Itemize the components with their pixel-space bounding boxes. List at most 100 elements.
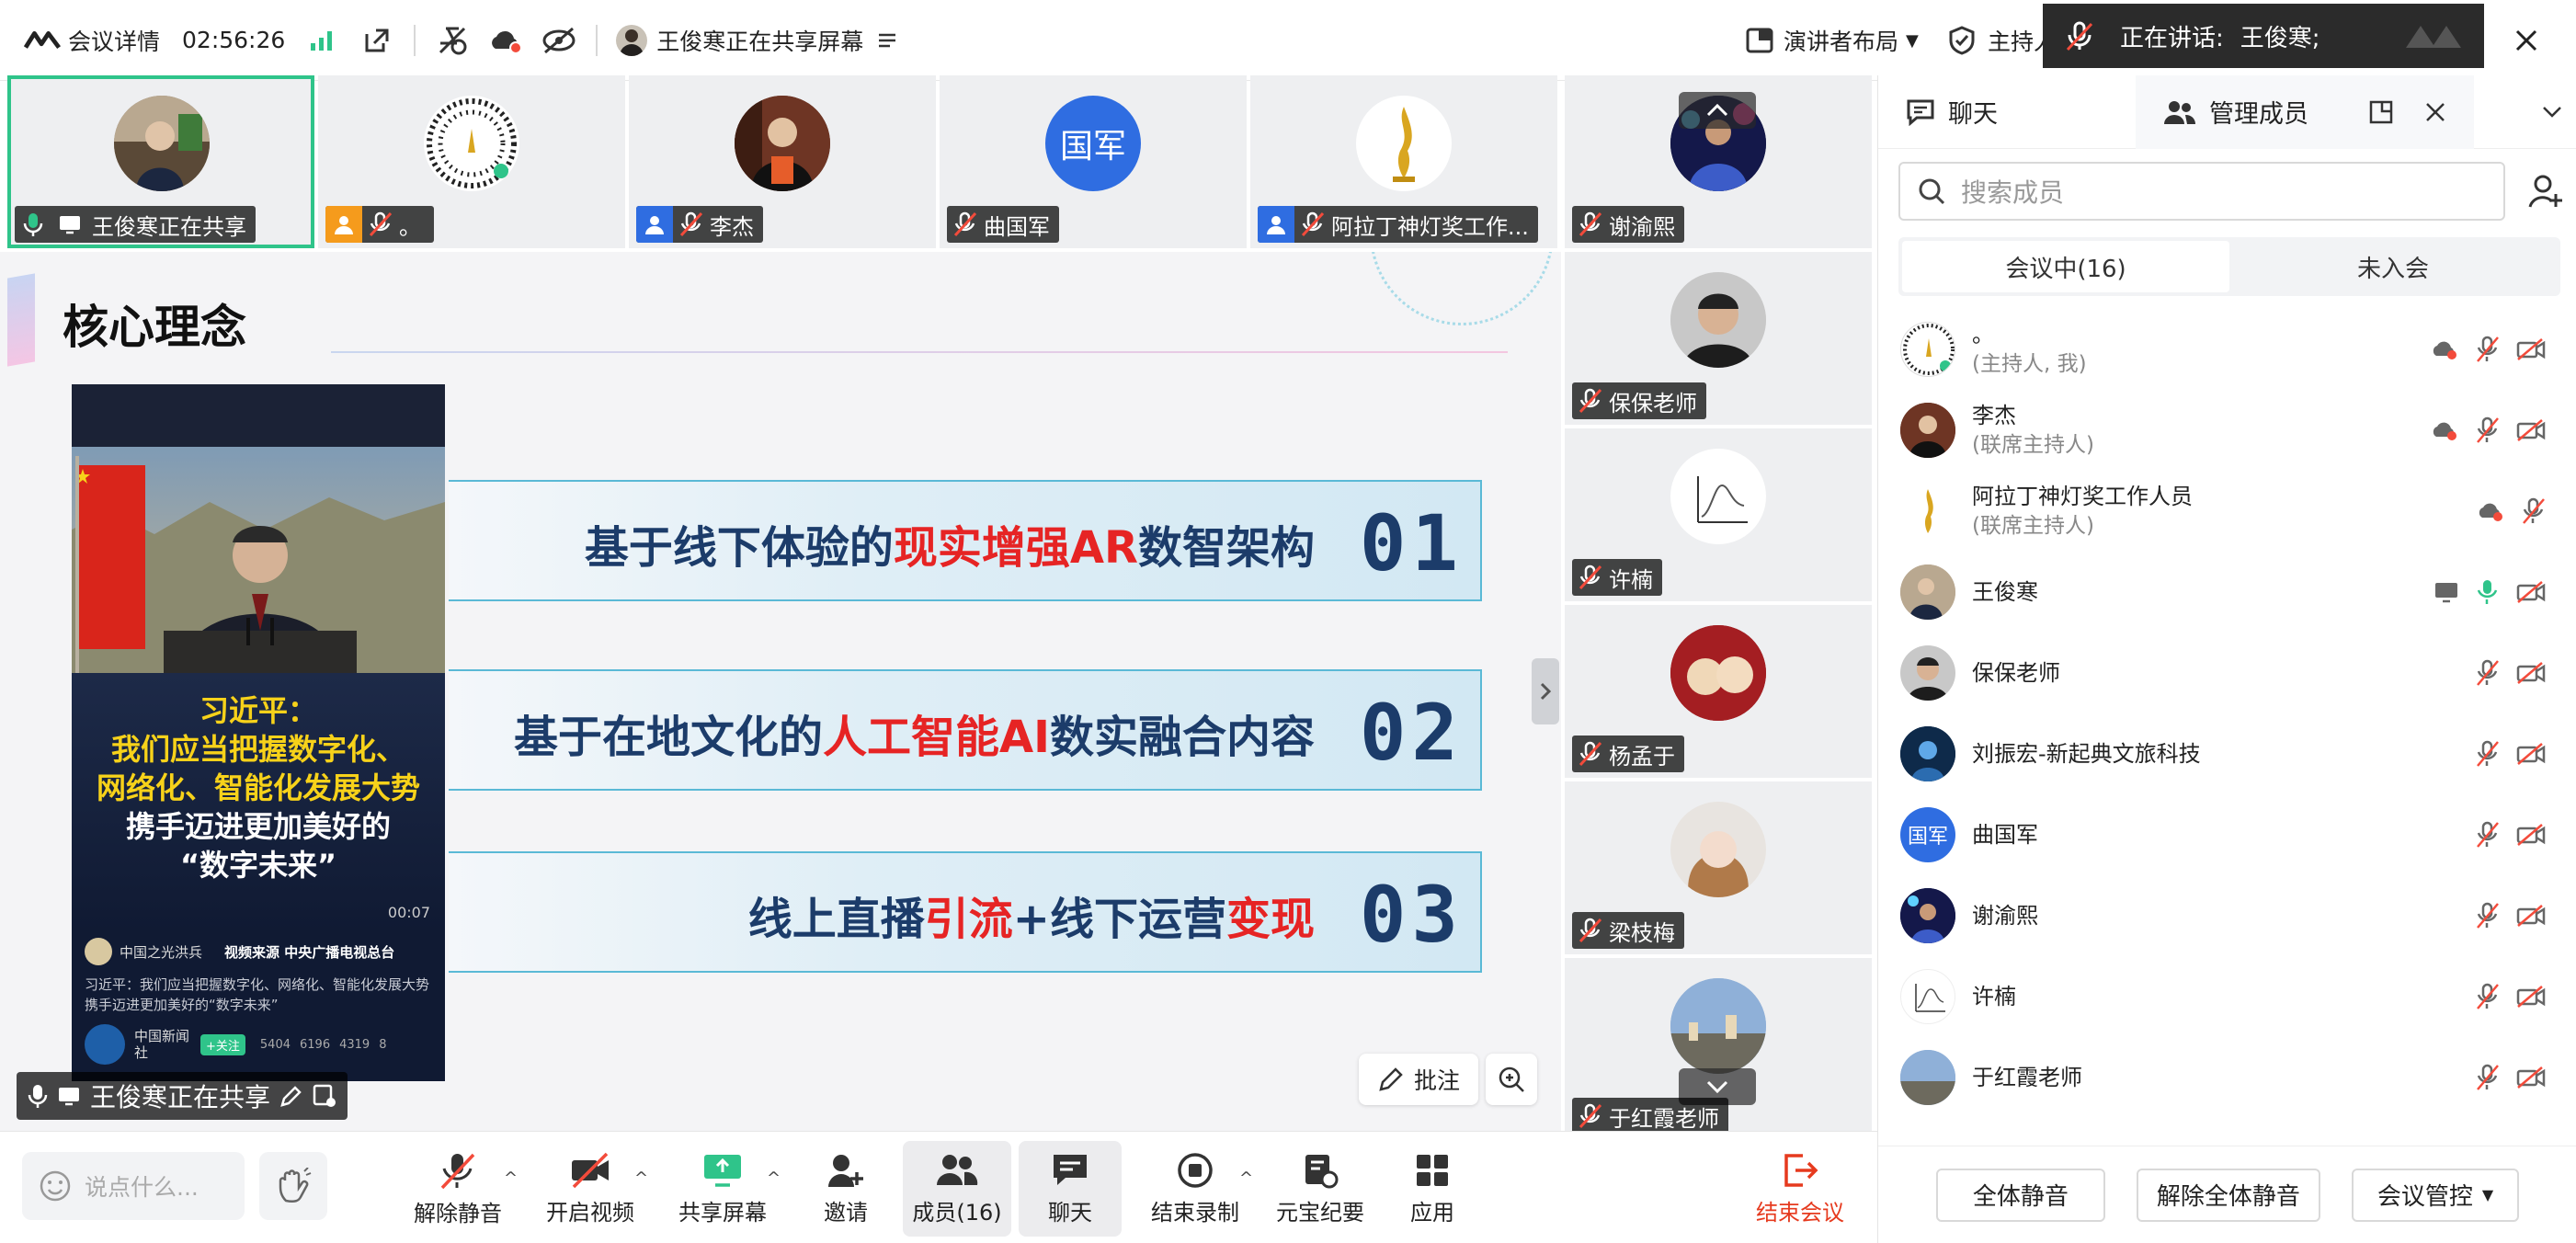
video-tile-lijie[interactable]: 李杰 [629,75,936,248]
scroll-up-button[interactable] [1679,92,1756,129]
member-status-switch: 会议中(16) 未入会 [1898,237,2560,296]
raise-hand-button[interactable] [259,1152,327,1220]
unmute-button[interactable]: 解除静音 [410,1141,506,1237]
meeting-minutes-button[interactable]: 元宝纪要 [1272,1141,1368,1237]
meeting-details-button[interactable]: 会议详情 [24,22,160,59]
video-tile-sharer[interactable]: 王俊寒正在共享 [7,75,314,248]
list-item[interactable]: 谢渝熙 [1878,875,2576,956]
mic-muted-icon[interactable] [2476,821,2500,849]
share-screen-label: 共享屏幕 [678,1199,767,1226]
sharing-indicator[interactable]: 王俊寒正在共享屏幕 [616,22,906,59]
mic-muted-icon[interactable] [2476,416,2500,444]
share-screen-button[interactable]: 共享屏幕 [675,1141,770,1237]
popout-panel-icon[interactable] [2369,100,2393,124]
unmute-all-button[interactable]: 解除全体静音 [2136,1168,2320,1222]
mic-muted-icon[interactable] [2522,497,2546,525]
hide-video-icon[interactable] [541,22,577,59]
chevron-down-icon[interactable] [2541,105,2563,120]
video-tile-yangmengyu[interactable]: 杨孟于 [1565,605,1872,778]
video-tile-quguojun[interactable]: 国军 曲国军 [940,75,1247,248]
camera-off-icon[interactable] [2516,904,2546,928]
camera-off-icon[interactable] [2516,337,2546,361]
host-button[interactable]: 主持人 [1943,22,2057,59]
camera-off-icon[interactable] [2516,823,2546,847]
list-item[interactable]: 保保老师 [1878,633,2576,713]
apps-button[interactable]: 应用 [1396,1141,1469,1237]
chevron-right-icon [1540,682,1552,701]
stat-value: 6196 [300,1037,331,1052]
end-recording-button[interactable]: 结束录制 [1147,1141,1243,1237]
caret-up-icon[interactable]: ^ [634,1169,648,1188]
camera-off-icon[interactable] [2516,580,2546,604]
pen-icon[interactable] [279,1084,303,1108]
minutes-icon [1305,1154,1339,1188]
mic-muted-icon[interactable] [2476,659,2500,687]
mic-on-icon[interactable] [2476,578,2500,606]
mic-muted-icon[interactable] [2476,983,2500,1010]
list-item[interactable]: 国军 曲国军 [1878,794,2576,875]
mic-muted-icon [1572,206,1609,243]
sharer-label: 王俊寒正在共享 [17,1072,348,1120]
video-tile-baobao[interactable]: 保保老师 [1565,252,1872,425]
member-name-block: 于红霞老师 [1972,1063,2082,1092]
window-mini-icon [2398,17,2471,54]
member-search-input[interactable]: 搜索成员 [1898,162,2505,221]
close-icon[interactable] [2508,22,2545,59]
mute-lock-icon[interactable] [434,22,471,59]
video-caption: 习近平： 我们应当把握数字化、 网络化、智能化发展大势 携手迈进更加美好的 “数… [72,673,445,930]
tab-members[interactable]: 管理成员 [2136,74,2474,149]
list-item[interactable]: 。 (主持人, 我) [1878,309,2576,390]
camera-off-icon[interactable] [2516,742,2546,766]
caret-up-icon[interactable]: ^ [1239,1169,1253,1188]
mic-muted-icon[interactable] [2476,336,2500,363]
banner-text-part: 线上直播 [747,894,925,945]
close-panel-icon[interactable] [2424,101,2446,123]
camera-off-icon[interactable] [2516,985,2546,1009]
start-video-button[interactable]: 开启视频 [542,1141,638,1237]
camera-off-icon[interactable] [2516,1066,2546,1089]
meeting-control-button[interactable]: 会议管控 ▼ [2351,1168,2520,1222]
list-item[interactable]: 于红霞老师 [1878,1037,2576,1118]
request-control-icon[interactable] [313,1084,336,1108]
video-tile-xunan[interactable]: 许楠 [1565,428,1872,601]
caret-up-icon[interactable]: ^ [767,1169,781,1188]
camera-off-icon[interactable] [2516,418,2546,442]
camera-off-icon[interactable] [2516,661,2546,685]
follow-button[interactable]: +关注 [200,1033,245,1055]
annotate-button[interactable]: 批注 [1359,1054,1478,1105]
video-tile-host[interactable]: 。 [318,75,625,248]
list-item[interactable]: 李杰 (联席主持人) [1878,390,2576,471]
list-item[interactable]: 王俊寒 [1878,552,2576,633]
caret-up-icon[interactable]: ^ [504,1169,518,1188]
add-member-button[interactable] [2522,167,2570,215]
cloud-record-icon[interactable] [487,22,524,59]
list-icon[interactable] [869,22,906,59]
list-item[interactable]: 刘振宏-新起典文旅科技 [1878,713,2576,794]
chat-button[interactable]: 聊天 [1019,1141,1122,1237]
right-video-column: 谢渝熙 保保老师 许楠 杨孟于 梁枝梅 于红霞老师 [1565,75,1872,1135]
tab-chat[interactable]: 聊天 [1878,75,2025,149]
end-meeting-label: 结束会议 [1756,1199,1844,1226]
tile-label: 谢渝熙 [1572,206,1684,243]
members-button[interactable]: 成员(16) [903,1141,1011,1237]
expand-panel-handle[interactable] [1532,658,1559,724]
zoom-button[interactable] [1486,1054,1537,1105]
seg-in-meeting[interactable]: 会议中(16) [1902,241,2229,292]
list-item[interactable]: 许楠 [1878,956,2576,1037]
list-item[interactable]: 阿拉丁神灯奖工作人员 (联席主持人) [1878,471,2576,552]
layout-button[interactable]: 演讲者布局 ▼ [1741,22,1919,59]
embedded-video[interactable]: 习近平： 我们应当把握数字化、 网络化、智能化发展大势 携手迈进更加美好的 “数… [72,384,445,1081]
seg-not-joined[interactable]: 未入会 [2229,241,2557,292]
invite-button[interactable]: 邀请 [809,1141,883,1237]
end-meeting-button[interactable]: 结束会议 [1747,1141,1853,1237]
video-tile-aladdin[interactable]: 阿拉丁神灯奖工作... [1250,75,1557,248]
mic-muted-icon[interactable] [2476,1064,2500,1091]
popout-icon[interactable] [359,22,395,59]
mic-muted-icon[interactable] [2476,902,2500,929]
video-tile-xieyuxi[interactable]: 谢渝熙 [1565,75,1872,248]
video-tile-liangzhimei[interactable]: 梁枝梅 [1565,781,1872,954]
say-something-input[interactable]: 说点什么... [22,1152,245,1220]
mute-all-button[interactable]: 全体静音 [1935,1168,2105,1222]
mic-muted-icon[interactable] [2476,740,2500,768]
video-tile-yuhongxia[interactable]: 于红霞老师 [1565,958,1872,1135]
